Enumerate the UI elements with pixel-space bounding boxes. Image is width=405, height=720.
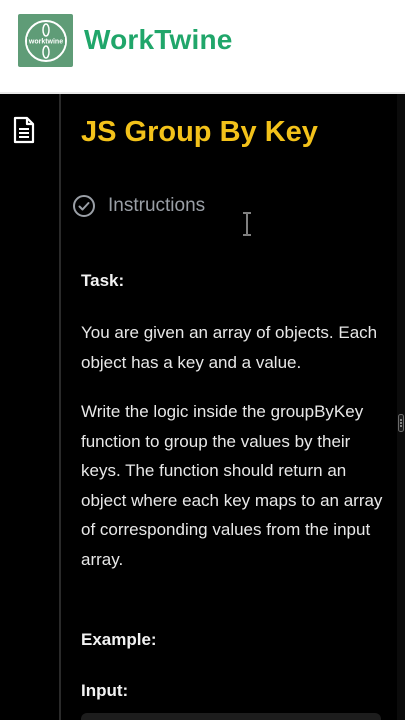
instructions-label: Instructions xyxy=(108,195,206,216)
sidebar xyxy=(0,94,61,720)
input-heading: Input: xyxy=(81,681,129,700)
task-paragraph-1: You are given an array of objects. Each … xyxy=(81,323,378,372)
code-block xyxy=(81,713,381,720)
example-heading: Example: xyxy=(81,630,157,649)
app-panel: JS Group By Key Instructions Task: You a… xyxy=(0,94,405,720)
page-title: JS Group By Key xyxy=(81,116,318,148)
logo: worktwine xyxy=(18,14,73,67)
brand-name: WorkTwine xyxy=(84,24,233,55)
task-paragraph-2: Write the logic inside the groupByKey fu… xyxy=(81,402,383,569)
top-bar: worktwine WorkTwine xyxy=(0,0,405,92)
panel-edge xyxy=(397,94,405,720)
instructions-panel: JS Group By Key Instructions Task: You a… xyxy=(61,94,397,720)
document-icon[interactable] xyxy=(12,116,36,144)
check-circle-icon xyxy=(73,195,95,217)
task-heading: Task: xyxy=(81,271,125,290)
text-cursor-icon xyxy=(243,212,251,236)
logo-wordmark: worktwine xyxy=(27,38,62,45)
resize-handle-icon[interactable] xyxy=(398,414,404,432)
instructions-section-header[interactable]: Instructions xyxy=(72,194,205,218)
